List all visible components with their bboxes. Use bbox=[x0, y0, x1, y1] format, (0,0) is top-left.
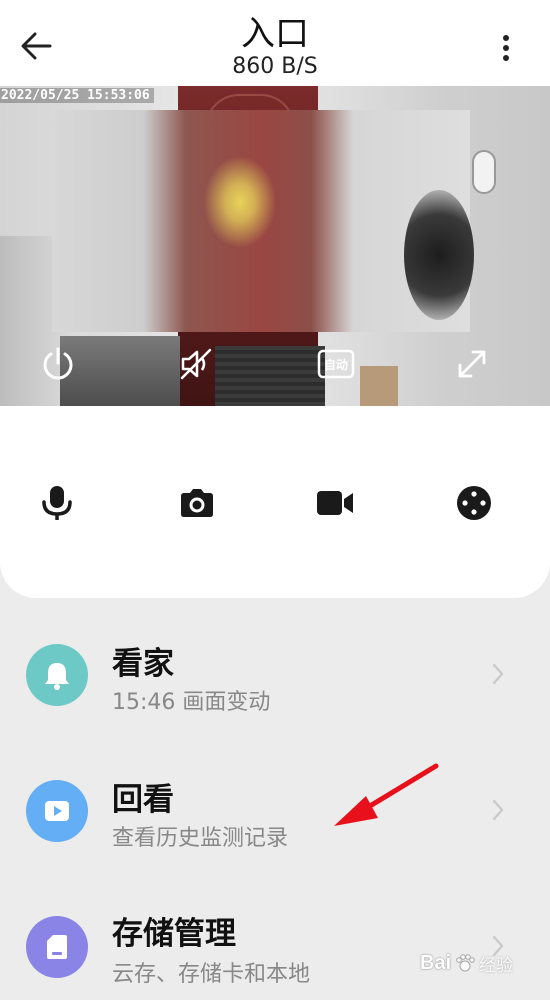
ptz-control-button[interactable] bbox=[453, 482, 495, 524]
list-item-storage[interactable]: 存储管理 云存、存储卡和本地 bbox=[0, 890, 550, 1000]
privacy-blur-overlay bbox=[52, 110, 470, 332]
talk-button[interactable] bbox=[36, 482, 78, 524]
watermark-logo: Bai 经验 bbox=[420, 948, 548, 978]
list-item-subtitle: 查看历史监测记录 bbox=[112, 826, 289, 851]
more-vertical-icon bbox=[503, 35, 509, 61]
fullscreen-button[interactable] bbox=[452, 344, 492, 384]
list-item-title: 存储管理 bbox=[112, 916, 236, 952]
screenshot-button[interactable] bbox=[176, 482, 218, 524]
list-item-title: 看家 bbox=[112, 646, 174, 682]
bitrate-readout: 860 B/S bbox=[232, 54, 318, 79]
list-item-home-watch[interactable]: 看家 15:46 画面变动 bbox=[0, 620, 550, 730]
control-panel bbox=[0, 406, 550, 598]
scene-box bbox=[360, 366, 398, 406]
video-timestamp: 2022/05/25 15:53:06 bbox=[0, 88, 154, 103]
storage-card-icon bbox=[47, 935, 67, 959]
camera-video-feed[interactable]: 2022/05/25 15:53:06 自动 bbox=[0, 86, 550, 406]
home-watch-icon-circle bbox=[26, 644, 88, 706]
bell-icon bbox=[45, 663, 69, 690]
page-title: 入口 bbox=[241, 14, 309, 54]
video-record-icon bbox=[317, 491, 353, 515]
list-item-playback[interactable]: 回看 查看历史监测记录 bbox=[0, 756, 550, 866]
mute-button[interactable] bbox=[176, 344, 216, 384]
power-button[interactable] bbox=[38, 344, 78, 384]
playback-icon-circle bbox=[26, 780, 88, 842]
playback-icon bbox=[45, 801, 69, 821]
storage-icon-circle bbox=[26, 916, 88, 978]
auto-label: 自动 bbox=[324, 357, 348, 372]
list-item-title: 回看 bbox=[112, 782, 174, 818]
record-button[interactable] bbox=[314, 482, 356, 524]
camera-icon bbox=[181, 489, 213, 517]
scene-wall-clock bbox=[472, 150, 496, 194]
top-bar: 入口 860 B/S bbox=[0, 0, 550, 86]
chevron-right-icon bbox=[490, 662, 506, 686]
chevron-right-icon bbox=[490, 798, 506, 822]
watermark-suffix: 经验 bbox=[479, 955, 514, 976]
more-options-button[interactable] bbox=[496, 30, 516, 66]
paw-icon bbox=[456, 954, 475, 972]
power-icon bbox=[43, 347, 73, 380]
scene-stairs bbox=[60, 336, 180, 406]
microphone-icon bbox=[42, 486, 72, 520]
expand-icon bbox=[458, 350, 486, 378]
watermark-brand: Bai bbox=[420, 951, 452, 974]
auto-quality-icon: 自动 bbox=[317, 349, 355, 379]
quality-auto-button[interactable]: 自动 bbox=[316, 344, 356, 384]
speaker-muted-icon bbox=[180, 348, 212, 380]
list-item-subtitle: 15:46 画面变动 bbox=[112, 690, 271, 715]
scene-doormat bbox=[215, 346, 325, 406]
list-item-subtitle: 云存、存储卡和本地 bbox=[112, 962, 311, 987]
direction-pad-icon bbox=[457, 486, 491, 520]
scene-dark-object bbox=[404, 190, 474, 320]
